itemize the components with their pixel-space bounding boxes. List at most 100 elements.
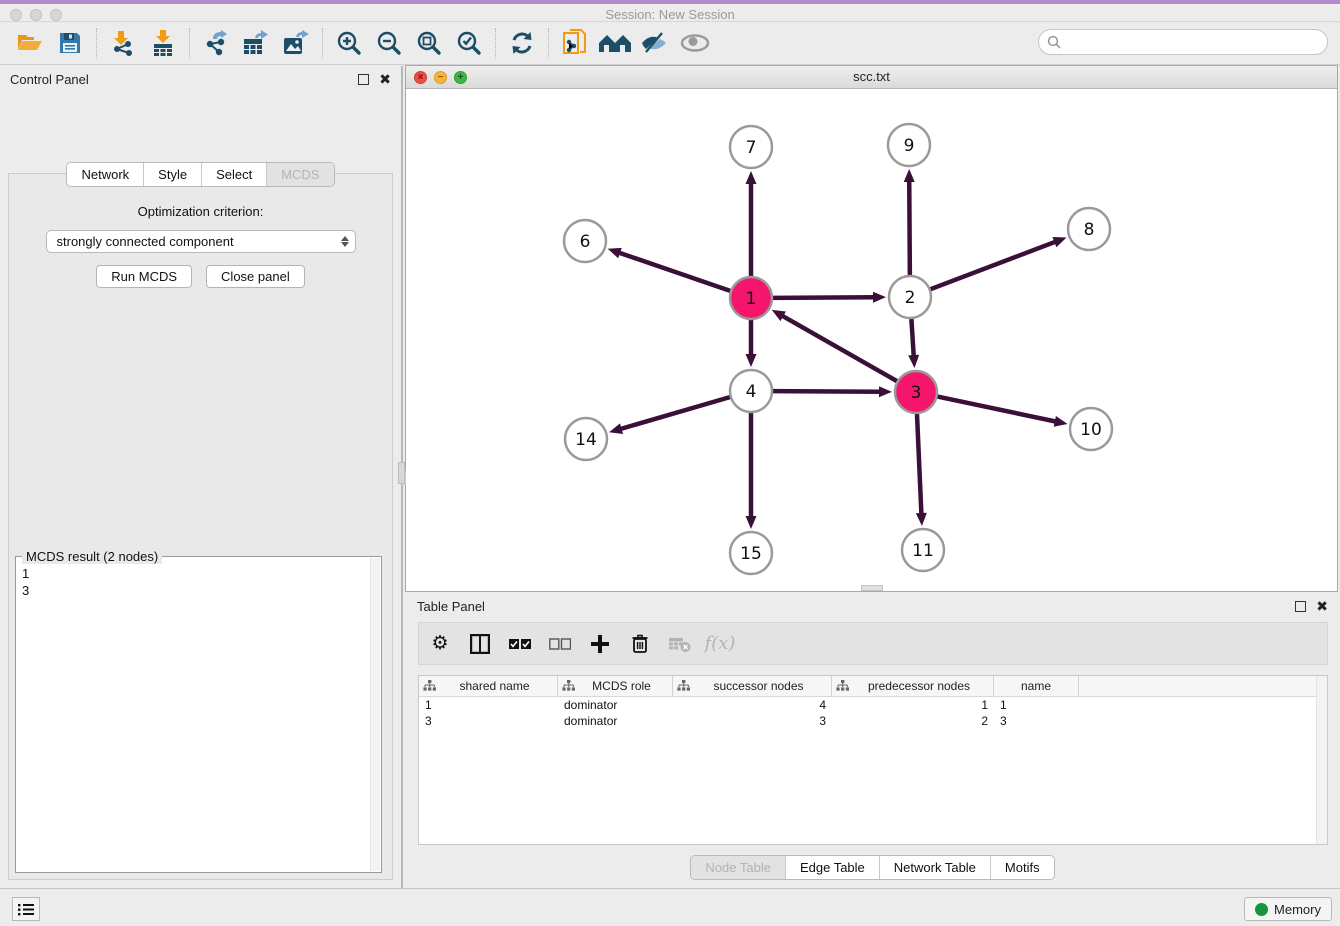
cell-successor-nodes[interactable]: 4 — [673, 697, 832, 713]
cell-predecessor-nodes[interactable]: 2 — [832, 713, 994, 729]
toolbar-separator — [189, 28, 190, 58]
list-icon — [18, 903, 34, 916]
import-table-icon[interactable] — [143, 26, 183, 60]
optimization-criterion-select[interactable]: strongly connected component — [46, 230, 356, 253]
arrowhead-icon — [904, 169, 915, 182]
cell-mcds-role[interactable]: dominator — [558, 713, 673, 729]
optimization-criterion-label: Optimization criterion: — [9, 204, 392, 219]
cell-name[interactable]: 1 — [994, 697, 1079, 713]
hide-network-icon[interactable] — [635, 26, 675, 60]
result-scrollbar[interactable] — [370, 558, 380, 871]
zoom-in-icon[interactable] — [329, 26, 369, 60]
column-header-name[interactable]: name — [994, 676, 1079, 696]
table-row[interactable]: 1 dominator 4 1 1 — [419, 697, 1327, 713]
refresh-icon[interactable] — [502, 26, 542, 60]
cell-mcds-role[interactable]: dominator — [558, 697, 673, 713]
column-header-successor-nodes[interactable]: successor nodes — [673, 676, 832, 696]
memory-button[interactable]: Memory — [1244, 897, 1332, 921]
tab-network[interactable]: Network — [67, 163, 143, 186]
add-column-icon[interactable] — [587, 631, 613, 657]
titlebar: Session: New Session — [0, 0, 1340, 22]
edge-1-2[interactable] — [773, 297, 875, 298]
zoom-selected-icon[interactable] — [449, 26, 489, 60]
search-input[interactable] — [1066, 35, 1327, 50]
window-title: Session: New Session — [0, 7, 1340, 22]
graph-node-label: 14 — [575, 430, 597, 450]
run-mcds-button[interactable]: Run MCDS — [96, 265, 192, 288]
float-panel-icon[interactable] — [358, 74, 369, 85]
network-canvas[interactable]: 7968124314101511 — [406, 89, 1337, 591]
edge-2-3[interactable] — [911, 319, 913, 357]
tab-edge-table[interactable]: Edge Table — [785, 856, 879, 879]
cell-name[interactable]: 3 — [994, 713, 1079, 729]
export-network-icon[interactable] — [196, 26, 236, 60]
close-panel-button[interactable]: Close panel — [206, 265, 305, 288]
column-header-predecessor-nodes[interactable]: predecessor nodes — [832, 676, 994, 696]
edge-3-11[interactable] — [917, 414, 921, 515]
edge-3-1[interactable] — [781, 315, 896, 381]
function-builder-icon: f(x) — [707, 631, 733, 657]
hierarchy-icon — [423, 680, 436, 692]
column-header-shared-name[interactable]: shared name — [419, 676, 558, 696]
edge-4-14[interactable] — [620, 397, 730, 429]
import-network-icon[interactable] — [103, 26, 143, 60]
zoom-fit-icon[interactable] — [409, 26, 449, 60]
float-table-panel-icon[interactable] — [1295, 601, 1306, 612]
main-toolbar — [0, 22, 1340, 65]
tab-network-table[interactable]: Network Table — [879, 856, 990, 879]
toolbar-separator — [495, 28, 496, 58]
tab-select[interactable]: Select — [201, 163, 266, 186]
horizontal-splitter-handle[interactable] — [861, 585, 883, 591]
cell-shared-name[interactable]: 1 — [419, 697, 558, 713]
column-header-mcds-role[interactable]: MCDS role — [558, 676, 673, 696]
cell-successor-nodes[interactable]: 3 — [673, 713, 832, 729]
edge-1-6[interactable] — [618, 252, 730, 290]
unselect-all-icon[interactable] — [547, 631, 573, 657]
close-panel-icon[interactable]: ✖ — [379, 72, 391, 86]
graph-node-label: 1 — [746, 289, 757, 309]
table-panel-title: Table Panel — [417, 599, 1295, 614]
memory-status-dot — [1255, 903, 1268, 916]
save-session-icon[interactable] — [50, 26, 90, 60]
table-panel-tabs: Node Table Edge Table Network Table Moti… — [690, 855, 1054, 880]
cell-shared-name[interactable]: 3 — [419, 713, 558, 729]
export-table-icon[interactable] — [236, 26, 276, 60]
search-field[interactable] — [1038, 29, 1328, 55]
export-image-icon[interactable] — [276, 26, 316, 60]
open-session-icon[interactable] — [10, 26, 50, 60]
close-table-panel-icon[interactable]: ✖ — [1316, 599, 1328, 613]
home-icon[interactable] — [595, 26, 635, 60]
show-network-icon[interactable] — [675, 26, 715, 60]
dropdown-stepper-icon — [341, 236, 349, 247]
network-view-title: scc.txt — [406, 69, 1337, 84]
network-file-icon[interactable] — [555, 26, 595, 60]
toolbar-separator — [322, 28, 323, 58]
task-history-button[interactable] — [12, 897, 40, 921]
show-columns-icon[interactable] — [467, 631, 493, 657]
zoom-out-icon[interactable] — [369, 26, 409, 60]
tab-style[interactable]: Style — [143, 163, 201, 186]
edge-3-10[interactable] — [938, 397, 1057, 422]
hierarchy-icon — [562, 680, 575, 692]
network-window-titlebar[interactable]: × − + scc.txt — [406, 66, 1337, 89]
table-settings-gear-icon[interactable]: ⚙ — [427, 631, 453, 657]
arrowhead-icon — [746, 516, 757, 529]
select-all-icon[interactable] — [507, 631, 533, 657]
vertical-splitter-handle[interactable] — [398, 462, 405, 484]
arrowhead-icon — [746, 171, 757, 184]
graph-node-label: 11 — [912, 541, 934, 561]
edge-4-3[interactable] — [773, 391, 881, 392]
mcds-result-list[interactable]: 1 3 — [22, 565, 369, 870]
table-scrollbar[interactable] — [1316, 676, 1327, 844]
control-panel-title: Control Panel — [10, 72, 358, 87]
search-icon — [1047, 35, 1061, 49]
tab-mcds[interactable]: MCDS — [266, 163, 333, 186]
delete-column-trash-icon[interactable] — [627, 631, 653, 657]
arrowhead-icon — [746, 354, 757, 367]
tab-node-table[interactable]: Node Table — [691, 856, 785, 879]
cell-predecessor-nodes[interactable]: 1 — [832, 697, 994, 713]
edge-2-8[interactable] — [931, 241, 1057, 289]
tab-motifs[interactable]: Motifs — [990, 856, 1054, 879]
table-row[interactable]: 3 dominator 3 2 3 — [419, 713, 1327, 729]
edge-2-9[interactable] — [909, 180, 910, 275]
